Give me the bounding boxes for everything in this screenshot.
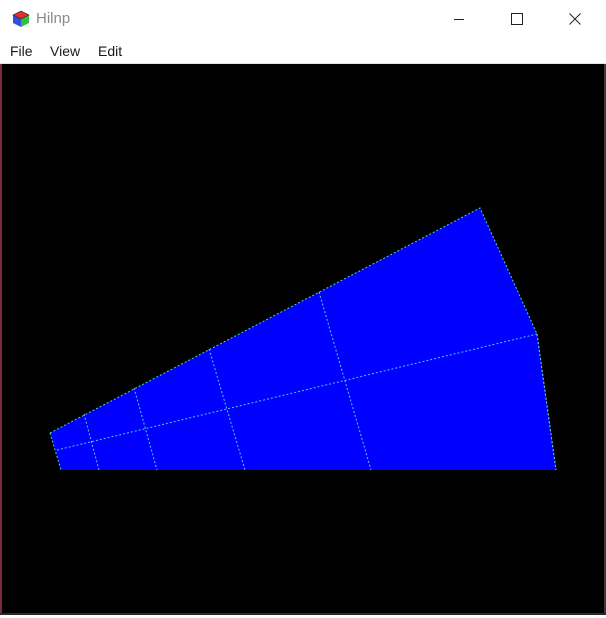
minimize-icon bbox=[454, 19, 464, 20]
mesh-canvas bbox=[49, 207, 557, 471]
app-cube-icon bbox=[12, 10, 30, 27]
close-icon bbox=[569, 13, 581, 25]
menu-view[interactable]: View bbox=[50, 42, 80, 60]
title-bar[interactable]: Hilnp bbox=[0, 0, 606, 38]
minimize-button[interactable] bbox=[430, 0, 488, 38]
menu-file[interactable]: File bbox=[10, 42, 33, 60]
window-title: Hilnp bbox=[36, 10, 71, 27]
menu-edit[interactable]: Edit bbox=[98, 42, 122, 60]
maximize-icon bbox=[511, 13, 523, 25]
menu-bar: File View Edit bbox=[0, 38, 606, 64]
app-window: Hilnp File View Edit bbox=[0, 0, 606, 615]
close-button[interactable] bbox=[546, 0, 604, 38]
mesh-surface bbox=[50, 208, 556, 470]
maximize-button[interactable] bbox=[488, 0, 546, 38]
render-viewport[interactable] bbox=[2, 64, 604, 613]
